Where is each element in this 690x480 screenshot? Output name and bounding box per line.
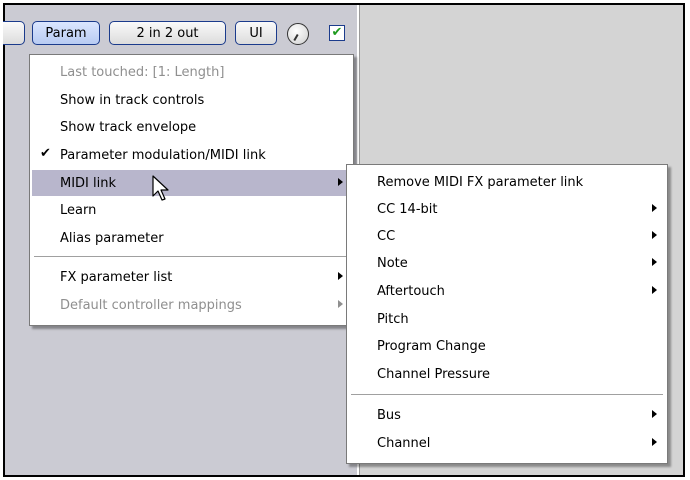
menu-item-label: Program Change: [377, 338, 486, 354]
menu-item-label: FX parameter list: [60, 269, 173, 285]
previous-button[interactable]: [3, 21, 25, 45]
io-pins-button[interactable]: 2 in 2 out: [109, 21, 226, 45]
menu-item-label: MIDI link: [60, 175, 117, 191]
submenu-arrow-icon: [652, 286, 657, 294]
menu-item-label: CC: [377, 228, 396, 244]
menu-item-show-track-controls[interactable]: Show in track controls: [32, 87, 351, 113]
menu-item-cc[interactable]: CC: [349, 223, 665, 249]
submenu-arrow-icon: [652, 204, 657, 212]
enable-checkbox[interactable]: ✔: [329, 25, 345, 41]
submenu-arrow-icon: [652, 438, 657, 446]
menu-item-label: Remove MIDI FX parameter link: [377, 174, 584, 190]
checkmark-icon: ✔: [40, 146, 51, 161]
mouse-pointer-icon: [152, 175, 169, 201]
menu-item-last-touched: Last touched: [1: Length]: [32, 59, 351, 85]
menu-item-midi-link[interactable]: MIDI link: [32, 170, 351, 196]
menu-item-label: Note: [377, 255, 408, 271]
menu-item-fx-parameter-list[interactable]: FX parameter list: [32, 264, 351, 290]
submenu-arrow-icon: [338, 178, 343, 186]
midi-link-submenu: Remove MIDI FX parameter link CC 14-bit …: [346, 164, 668, 464]
menu-item-aftertouch[interactable]: Aftertouch: [349, 278, 665, 304]
menu-item-label: Pitch: [377, 311, 409, 327]
menu-item-learn[interactable]: Learn: [32, 197, 351, 223]
menu-separator: [351, 394, 663, 395]
menu-item-label: Alias parameter: [60, 230, 164, 246]
menu-item-bus[interactable]: Bus: [349, 402, 665, 428]
menu-item-label: Learn: [60, 202, 97, 218]
submenu-arrow-icon: [652, 231, 657, 239]
menu-item-default-controller-mappings: Default controller mappings: [32, 292, 351, 318]
menu-item-label: Aftertouch: [377, 283, 445, 299]
menu-item-note[interactable]: Note: [349, 250, 665, 276]
menu-item-alias-parameter[interactable]: Alias parameter: [32, 225, 351, 251]
menu-item-remove-midi-link[interactable]: Remove MIDI FX parameter link: [349, 169, 665, 195]
menu-item-label: Last touched: [1: Length]: [60, 64, 225, 80]
menu-item-show-track-envelope[interactable]: Show track envelope: [32, 114, 351, 140]
submenu-arrow-icon: [338, 272, 343, 280]
menu-item-pitch[interactable]: Pitch: [349, 306, 665, 332]
menu-item-label: Parameter modulation/MIDI link: [60, 147, 266, 163]
menu-item-label: Channel: [377, 435, 431, 451]
knob-icon[interactable]: [287, 23, 309, 45]
ui-button[interactable]: UI: [235, 21, 277, 45]
param-button[interactable]: Param: [32, 21, 100, 45]
menu-item-label: CC 14-bit: [377, 201, 438, 217]
param-context-menu: Last touched: [1: Length] Show in track …: [29, 54, 354, 326]
submenu-arrow-icon: [652, 410, 657, 418]
menu-item-label: Bus: [377, 407, 401, 423]
menu-item-label: Show track envelope: [60, 119, 197, 135]
submenu-arrow-icon: [652, 258, 657, 266]
menu-item-parameter-modulation[interactable]: ✔ Parameter modulation/MIDI link: [32, 142, 351, 168]
menu-item-label: Default controller mappings: [60, 297, 242, 313]
menu-item-label: Show in track controls: [60, 92, 205, 108]
menu-item-channel-pressure[interactable]: Channel Pressure: [349, 361, 665, 387]
menu-item-channel[interactable]: Channel: [349, 430, 665, 456]
menu-separator: [34, 256, 349, 257]
submenu-arrow-icon: [338, 300, 343, 308]
menu-item-program-change[interactable]: Program Change: [349, 333, 665, 359]
menu-item-label: Channel Pressure: [377, 366, 491, 382]
menu-item-cc-14bit[interactable]: CC 14-bit: [349, 196, 665, 222]
